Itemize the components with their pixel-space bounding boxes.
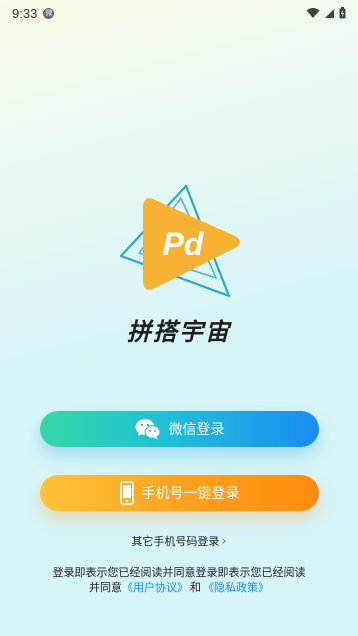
phone-quick-login-label: 手机号一键登录 [141,486,240,502]
agreement-and: 和 [190,581,201,594]
app-logo: Pd [111,178,247,304]
battery-icon [339,7,346,19]
agreement-line1: 登录即表示您已经阅读并同意登录即表示您已经阅读 [52,566,306,579]
status-bar: 9:33 微 [0,0,358,26]
other-phone-login-label: 其它手机号码登录 [131,535,220,548]
privacy-policy-link[interactable]: 《隐私政策》 [203,581,269,594]
phone-quick-login-button[interactable]: 手机号一键登录 [40,475,319,511]
other-phone-login-link[interactable]: 其它手机号码登录 › [0,533,358,549]
chevron-right-icon: › [221,533,227,549]
wechat-icon [135,418,161,440]
signal-icon [325,8,334,18]
notification-badge-icon: 微 [43,7,55,19]
status-right [306,7,346,19]
logo-text: Pd [163,226,205,262]
agreement-text: 登录即表示您已经阅读并同意登录即表示您已经阅读 并同意《用户协议》和《隐私政策》 [30,565,328,595]
agreement-line2: 并同意《用户协议》和《隐私政策》 [30,580,328,595]
status-left: 9:33 微 [12,5,55,21]
app-logo-icon: Pd [119,184,240,298]
app-name: 拼搭宇宙 [127,318,231,346]
wifi-icon [306,8,320,18]
phone-icon [119,481,134,505]
wechat-login-button[interactable]: 微信登录 [40,411,319,447]
user-agreement-link[interactable]: 《用户协议》 [122,581,188,594]
wechat-login-label: 微信登录 [168,422,225,438]
status-time: 9:33 [12,5,38,21]
agreement-prefix: 并同意 [89,581,122,594]
